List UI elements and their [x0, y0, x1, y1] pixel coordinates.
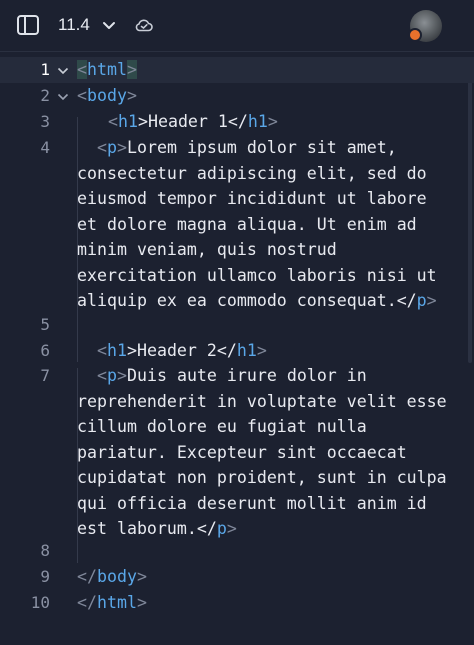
code-line-9[interactable]: 9 </body>: [0, 564, 474, 590]
cloud-check-icon[interactable]: [134, 15, 154, 35]
sidebar-toggle-icon[interactable]: [17, 15, 39, 35]
line-number: 5: [40, 315, 50, 334]
code-text-wrap: pariatur. Excepteur sint occaecat: [77, 442, 407, 462]
fold-chevron-icon[interactable]: [57, 91, 69, 103]
line-number: 7: [40, 366, 50, 385]
line-number: 10: [30, 593, 50, 612]
code-editor[interactable]: 1 <html> 2 <body> 3 <h1>Header 1</h1> 4 …: [0, 55, 474, 645]
code-text-wrap: cupidatat non proident, sunt in culpa: [77, 468, 447, 487]
line-number: 9: [40, 567, 50, 586]
line-number: 6: [40, 341, 50, 360]
version-label: 11.4: [58, 15, 90, 34]
fold-chevron-icon[interactable]: [57, 65, 69, 77]
code-text: <p>Duis aute irure dolor in: [97, 366, 367, 385]
line-number: 1: [40, 60, 50, 79]
code-text-wrap: cillum dolore eu fugiat nulla: [77, 417, 367, 436]
chevron-down-icon: [102, 22, 115, 29]
code-text: </html>: [77, 593, 147, 612]
version-selector[interactable]: 11.4: [58, 12, 116, 38]
code-text: <html>: [77, 60, 137, 79]
avatar[interactable]: [408, 10, 442, 42]
code-line-10[interactable]: 10 </html>: [0, 590, 474, 616]
code-text-wrap: eiusmod tempor incididunt ut labore: [77, 189, 427, 208]
code-line-3[interactable]: 3 <h1>Header 1</h1>: [0, 109, 474, 135]
code-text: </body>: [77, 567, 147, 586]
code-line-5[interactable]: 5: [0, 312, 474, 338]
code-text-wrap: exercitation ullamco laboris nisi ut: [77, 265, 437, 285]
line-number: 3: [40, 112, 50, 131]
code-text: <h1>Header 2</h1>: [97, 341, 267, 360]
code-text: <h1>Header 1</h1>: [108, 112, 278, 131]
code-line-6[interactable]: 6 <h1>Header 2</h1>: [0, 338, 474, 364]
code-text-wrap: minim veniam, quis nostrud: [77, 240, 337, 259]
notification-badge: [408, 28, 422, 42]
code-text-wrap: reprehenderit in voluptate velit esse: [77, 391, 447, 411]
code-line-8[interactable]: 8: [0, 538, 474, 564]
code-text-wrap: qui officia deserunt mollit anim id: [77, 493, 427, 513]
line-number: 8: [40, 541, 50, 560]
line-number: 2: [40, 86, 50, 105]
code-line-4[interactable]: 4 <p>Lorem ipsum dolor sit amet, consect…: [0, 135, 474, 313]
code-text: <body>: [77, 86, 137, 105]
code-text-wrap: et dolore magna aliqua. Ut enim ad: [77, 214, 417, 234]
line-number: 4: [40, 138, 50, 157]
code-line-7[interactable]: 7 <p>Duis aute irure dolor in reprehende…: [0, 363, 474, 541]
code-text-wrap: aliquip ex ea commodo consequat.</p>: [77, 291, 437, 310]
code-text-wrap: consectetur adipiscing elit, sed do: [77, 163, 427, 183]
code-line-2[interactable]: 2 <body>: [0, 83, 474, 109]
editor-toolbar: 11.4: [0, 0, 474, 52]
code-line-1[interactable]: 1 <html>: [0, 57, 474, 83]
code-text: <p>Lorem ipsum dolor sit amet,: [97, 138, 397, 157]
